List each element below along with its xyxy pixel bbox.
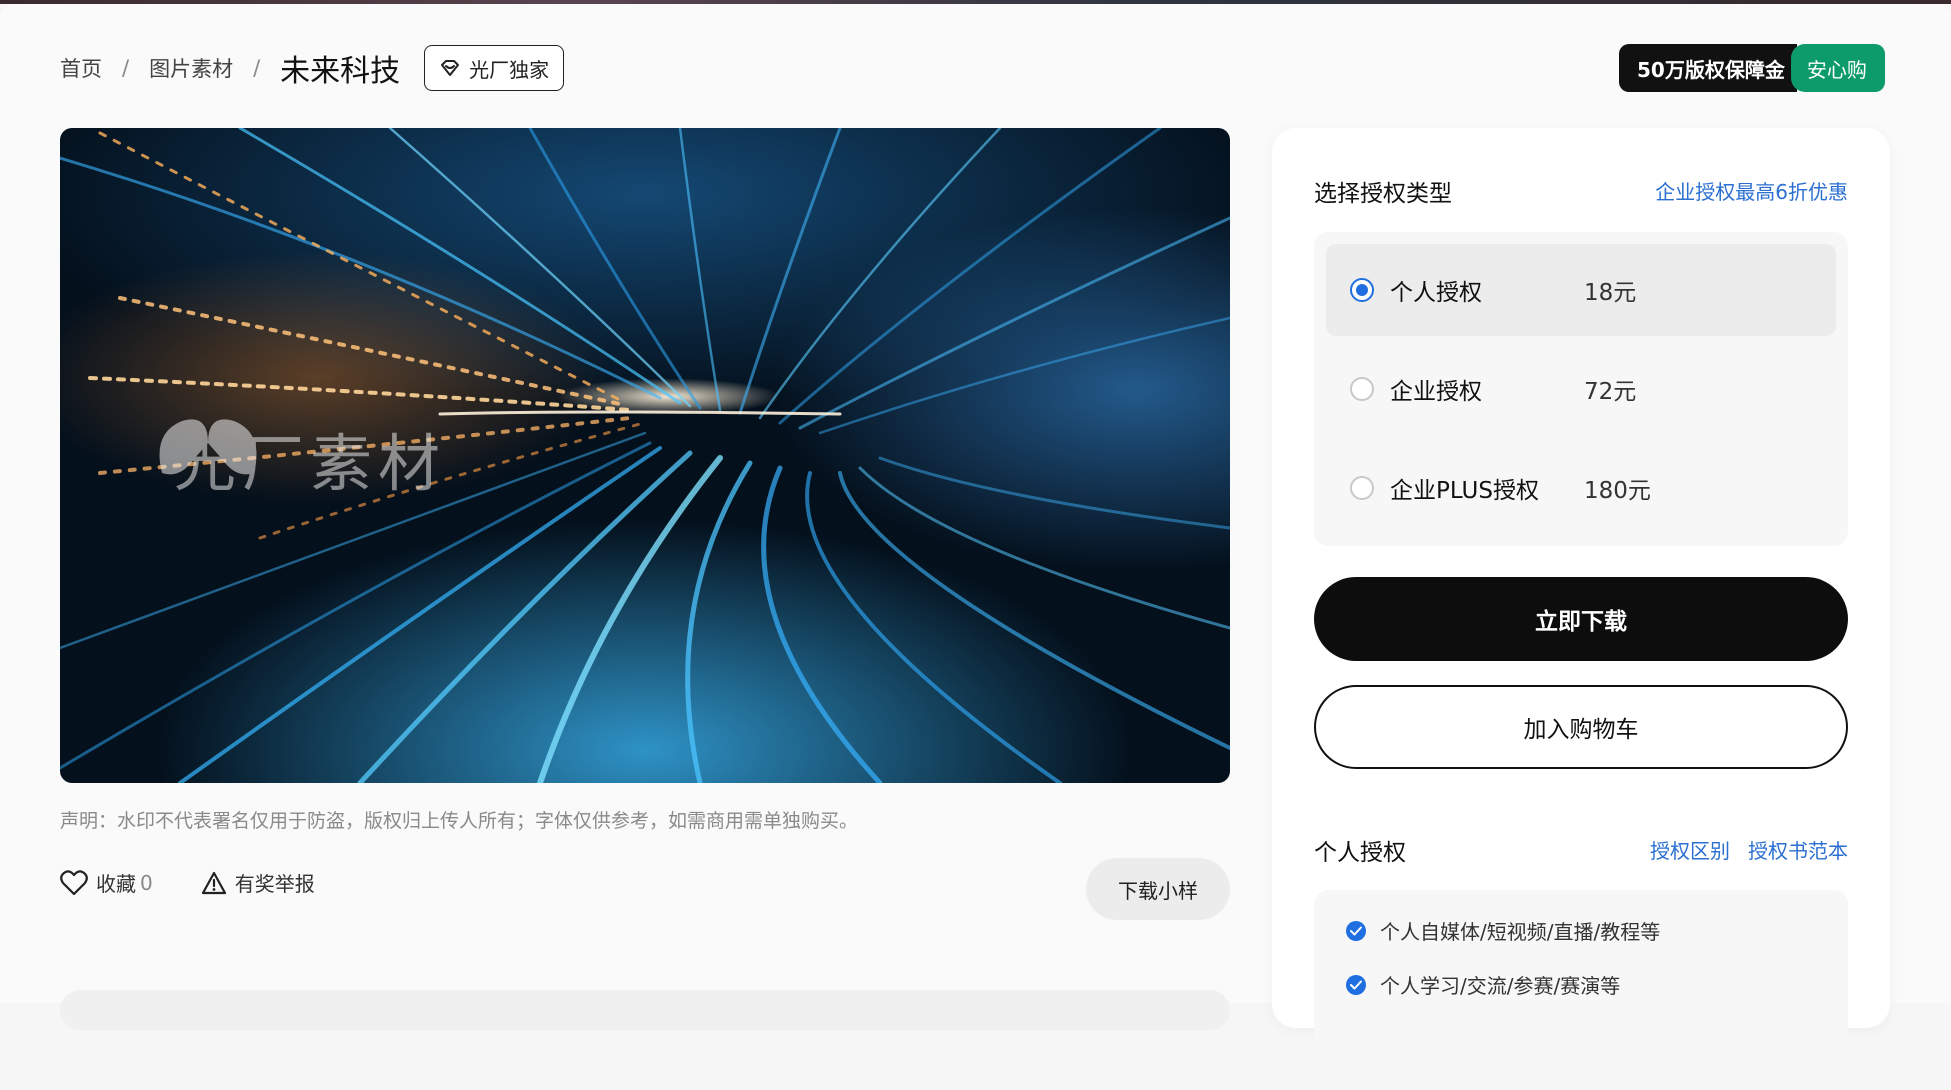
license-option-personal[interactable]: 个人授权 18元 <box>1326 244 1836 336</box>
usage-item: 个人自媒体/短视频/直播/教程等 <box>1346 916 1660 945</box>
lower-section <box>60 990 1230 1030</box>
breadcrumb-home[interactable]: 首页 <box>60 53 102 83</box>
license-option-price: 18元 <box>1584 280 1637 306</box>
license-panel: 选择授权类型 企业授权最高6折优惠 个人授权 18元 企业授权 72元 企业PL… <box>1272 128 1890 1090</box>
guarantee-safe-buy: 安心购 <box>1790 44 1885 92</box>
usage-item-label: 个人学习/交流/参赛/赛演等 <box>1380 974 1621 998</box>
radio-unselected-icon[interactable] <box>1350 377 1374 401</box>
license-option-price: 72元 <box>1584 379 1637 405</box>
image-actions: 收藏 0 有奖举报 <box>60 868 363 897</box>
page-title: 未来科技 <box>280 54 401 89</box>
download-sample-button[interactable]: 下载小样 <box>1086 858 1230 920</box>
usage-item: 个人学习/交流/参赛/赛演等 <box>1346 970 1620 999</box>
license-difference-link[interactable]: 授权区别 <box>1650 835 1730 864</box>
usage-item-label: 个人自媒体/短视频/直播/教程等 <box>1380 920 1661 944</box>
report-label: 有奖举报 <box>234 872 315 896</box>
license-option-price: 180元 <box>1584 478 1651 504</box>
enterprise-discount-link[interactable]: 企业授权最高6折优惠 <box>1655 176 1848 205</box>
report-button[interactable]: 有奖举报 <box>201 868 315 897</box>
license-links: 授权区别 授权书范本 <box>1632 835 1848 864</box>
license-option-name: 企业PLUS授权 <box>1390 478 1539 504</box>
watermark-logo-icon <box>159 419 257 475</box>
license-option-name: 个人授权 <box>1390 280 1482 306</box>
favorite-count: 0 <box>140 870 153 895</box>
license-option-name: 企业授权 <box>1390 379 1482 405</box>
breadcrumb-category[interactable]: 图片素材 <box>149 53 233 83</box>
add-to-cart-button[interactable]: 加入购物车 <box>1314 685 1848 769</box>
disclaimer-text: 声明：水印不代表署名仅用于防盗，版权归上传人所有；字体仅供参考，如需商用需单独购… <box>60 810 859 832</box>
radio-selected-icon[interactable] <box>1350 278 1374 302</box>
license-option-enterprise[interactable]: 企业授权 72元 <box>1326 343 1836 435</box>
copyright-guarantee-badge[interactable]: 50万版权保障金 安心购 <box>1619 44 1885 92</box>
breadcrumb-separator: / <box>253 56 261 80</box>
breadcrumb-separator: / <box>122 56 130 80</box>
check-icon <box>1346 920 1366 941</box>
watermark: 光厂素材 <box>152 413 446 503</box>
warning-icon <box>201 871 226 894</box>
guarantee-amount: 50万版权保障金 <box>1619 44 1797 92</box>
radio-unselected-icon[interactable] <box>1350 476 1374 500</box>
preview-image[interactable]: 光厂素材 <box>60 128 1230 783</box>
check-icon <box>1346 974 1366 995</box>
exclusive-badge-label: 光厂独家 <box>469 57 550 82</box>
exclusive-badge[interactable]: 光厂独家 <box>424 45 565 91</box>
favorite-button[interactable]: 收藏 0 <box>60 868 153 897</box>
favorite-label: 收藏 <box>96 872 136 896</box>
license-options: 个人授权 18元 企业授权 72元 企业PLUS授权 180元 <box>1314 232 1848 546</box>
personal-license-title: 个人授权 <box>1314 840 1406 866</box>
license-sample-link[interactable]: 授权书范本 <box>1748 835 1848 864</box>
license-type-title: 选择授权类型 <box>1314 181 1452 207</box>
personal-usage-list: 个人自媒体/短视频/直播/教程等 个人学习/交流/参赛/赛演等 <box>1314 890 1848 1090</box>
diamond-heart-icon <box>441 60 460 76</box>
heart-icon <box>60 869 88 895</box>
license-option-enterprise-plus[interactable]: 企业PLUS授权 180元 <box>1326 442 1836 534</box>
breadcrumb: 首页 / 图片素材 / 未来科技 光厂独家 <box>60 45 565 91</box>
download-now-button[interactable]: 立即下载 <box>1314 577 1848 661</box>
